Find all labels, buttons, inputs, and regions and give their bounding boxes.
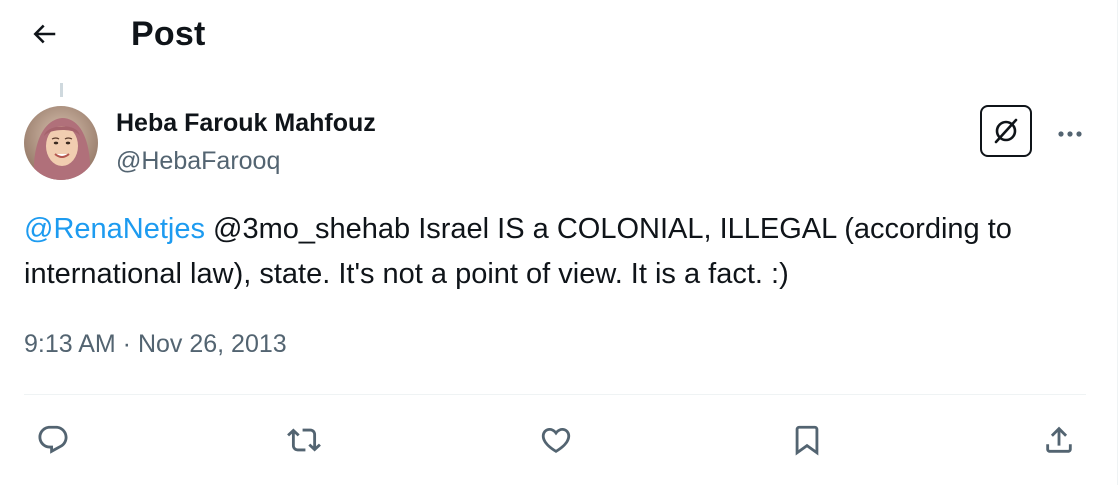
repost-icon <box>287 423 321 457</box>
post-text: @RenaNetjes @3mo_shehab Israel IS a COLO… <box>24 207 1084 297</box>
like-button[interactable] <box>534 418 578 462</box>
thread-connector <box>60 83 63 97</box>
reply-icon <box>36 423 70 457</box>
action-bar <box>0 412 1116 468</box>
back-button[interactable] <box>24 14 64 54</box>
mention-link[interactable]: @RenaNetjes <box>24 213 205 245</box>
bookmark-button[interactable] <box>785 418 829 462</box>
bookmark-icon <box>790 423 824 457</box>
more-dots-icon <box>1057 130 1083 138</box>
post-page: Post Heba Farouk Mahfouz @HebaFarooq @Re… <box>0 0 1118 485</box>
timestamp-separator: · <box>115 330 138 358</box>
author-name[interactable]: Heba Farouk Mahfouz <box>116 108 376 138</box>
heart-icon <box>539 423 573 457</box>
more-options-button[interactable] <box>1050 116 1090 152</box>
reply-button[interactable] <box>31 418 75 462</box>
share-button[interactable] <box>1037 418 1081 462</box>
divider <box>24 394 1086 395</box>
post-date[interactable]: Nov 26, 2013 <box>138 330 287 358</box>
page-header: Post <box>0 0 1116 68</box>
page-title: Post <box>131 15 206 53</box>
repost-button[interactable] <box>282 418 326 462</box>
grok-button[interactable] <box>980 105 1032 157</box>
author-handle[interactable]: @HebaFarooq <box>116 146 280 176</box>
post-timestamp: 9:13 AM · Nov 26, 2013 <box>24 328 287 360</box>
post-time[interactable]: 9:13 AM <box>24 330 116 358</box>
share-icon <box>1042 423 1076 457</box>
grok-icon <box>990 115 1022 147</box>
arrow-left-icon <box>29 19 59 49</box>
avatar[interactable] <box>24 106 98 180</box>
